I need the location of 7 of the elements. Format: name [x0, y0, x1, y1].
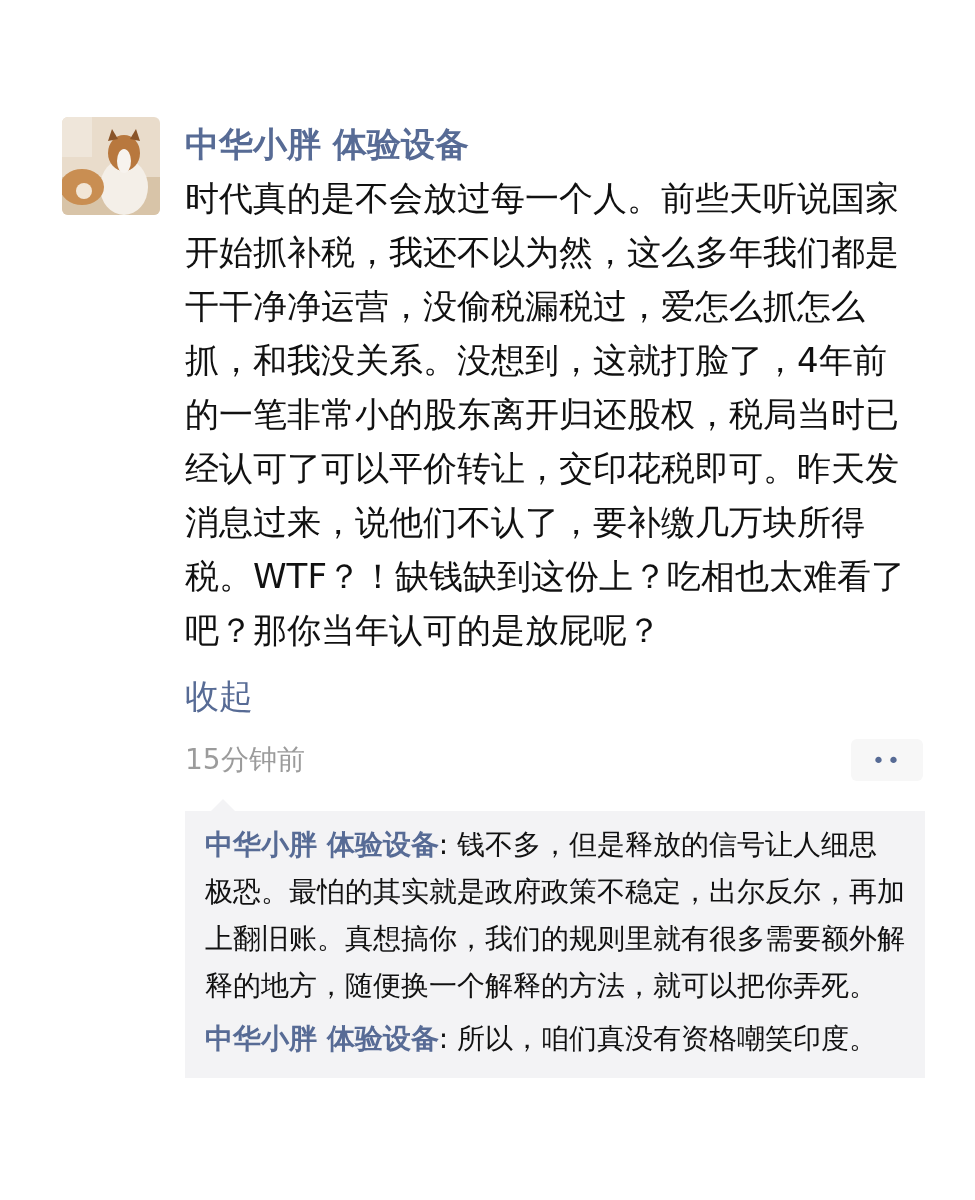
post-time: 15分钟前	[185, 742, 305, 778]
collapse-link[interactable]: 收起	[185, 669, 253, 723]
post-text: 时代真的是不会放过每一个人。前些天听说国家开始抓补税，我还不以为然，这么多年我们都是干干净净运营，没偷税漏税过，爱怎么抓怎么抓，和我没关系。没想到，这就打脸了，4年前的一笔非常小的股东离开归还股权，税局当时已经认可了可以平价转让，交印花税即可。昨天发消息过来，说他们不认了，要补缴几万块所得税。WTF？！缺钱缺到这份上？吃相也太难看了吧？那你当年认可的是放屁呢？	[185, 177, 905, 652]
comment-text: 中华小胖 体验设备: 所以，咱们真没有资格嘲笑印度。	[204, 1021, 879, 1057]
author-name[interactable]: 中华小胖 体验设备	[185, 117, 925, 171]
comment-text: 中华小胖 体验设备: 钱不多，但是释放的信号让人细思极恐。最怕的其实就是政府政策不稳定，出尔反尔，再加上翻旧账。真想搞你，我们的规则里就有很多需要额外解释的地方，随便换一个解释的方法，就可以把你弄死。	[204, 827, 906, 1004]
more-button[interactable]: ••	[851, 739, 923, 781]
